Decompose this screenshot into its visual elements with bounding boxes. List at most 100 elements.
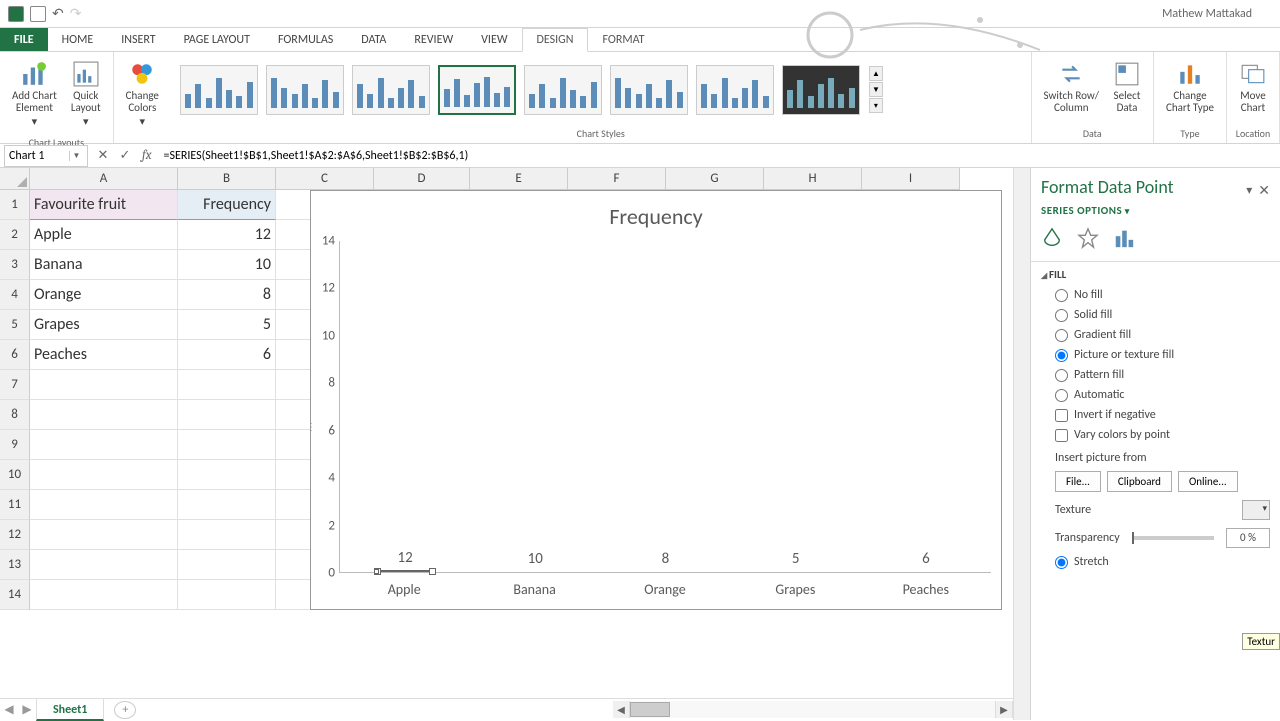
chart-style-5[interactable]: [524, 65, 602, 115]
sheet-tab-sheet1[interactable]: Sheet1: [36, 699, 104, 721]
quick-layout-button[interactable]: Quick Layout▾: [67, 58, 105, 130]
select-all-button[interactable]: [0, 168, 30, 190]
enter-formula-icon[interactable]: ✓: [114, 146, 136, 166]
tab-view[interactable]: VIEW: [467, 28, 521, 51]
styles-more-icon[interactable]: ▾: [869, 98, 883, 113]
tab-formulas[interactable]: FORMULAS: [264, 28, 347, 51]
row-header[interactable]: 13: [0, 550, 30, 580]
cell[interactable]: [178, 430, 276, 460]
series-options-icon[interactable]: [1113, 227, 1135, 249]
chk-vary-colors[interactable]: Vary colors by point: [1041, 425, 1270, 445]
row-header[interactable]: 3: [0, 250, 30, 280]
cell[interactable]: [178, 460, 276, 490]
vertical-scrollbar[interactable]: [1013, 168, 1030, 720]
sheet-nav-prev-icon[interactable]: ◀: [0, 702, 18, 717]
cell[interactable]: Orange: [30, 280, 178, 310]
cell[interactable]: Grapes: [30, 310, 178, 340]
tab-page-layout[interactable]: PAGE LAYOUT: [170, 28, 264, 51]
row-header[interactable]: 14: [0, 580, 30, 610]
cell[interactable]: [30, 550, 178, 580]
cell[interactable]: [178, 550, 276, 580]
col-header-A[interactable]: A: [30, 168, 178, 190]
online-button[interactable]: Online...: [1178, 471, 1238, 492]
chart-style-1[interactable]: [180, 65, 258, 115]
col-header-B[interactable]: B: [178, 168, 276, 190]
chart-plot-area[interactable]: 02468101214 1210856: [339, 241, 991, 573]
cell[interactable]: 12: [178, 220, 276, 250]
styles-scroll-down-icon[interactable]: ▼: [869, 82, 883, 97]
cell[interactable]: Peaches: [30, 340, 178, 370]
switch-row-column-button[interactable]: Switch Row/ Column: [1040, 58, 1103, 116]
file-button[interactable]: File...: [1055, 471, 1101, 492]
opt-picture-fill[interactable]: Picture or texture fill: [1041, 345, 1270, 365]
row-header[interactable]: 12: [0, 520, 30, 550]
cell[interactable]: [178, 520, 276, 550]
styles-scroll-up-icon[interactable]: ▲: [869, 66, 883, 81]
col-header-H[interactable]: H: [764, 168, 862, 190]
cell[interactable]: [30, 370, 178, 400]
cell[interactable]: [178, 490, 276, 520]
hscroll-right-icon[interactable]: ▶: [996, 701, 1013, 718]
col-header-C[interactable]: C: [276, 168, 374, 190]
tab-design[interactable]: DESIGN: [522, 28, 589, 52]
row-header[interactable]: 1: [0, 190, 30, 220]
opt-gradient-fill[interactable]: Gradient fill: [1041, 325, 1270, 345]
row-header[interactable]: 10: [0, 460, 30, 490]
cancel-formula-icon[interactable]: ✕: [92, 146, 114, 166]
name-box-dropdown-icon[interactable]: ▼: [69, 151, 83, 161]
move-chart-button[interactable]: Move Chart: [1235, 58, 1271, 116]
sheet-nav-next-icon[interactable]: ▶: [18, 702, 36, 717]
tab-file[interactable]: FILE: [0, 28, 48, 51]
cell[interactable]: [30, 460, 178, 490]
cell[interactable]: Banana: [30, 250, 178, 280]
cell[interactable]: [30, 400, 178, 430]
select-data-button[interactable]: Select Data: [1109, 58, 1145, 116]
tab-insert[interactable]: INSERT: [107, 28, 169, 51]
formula-input[interactable]: [158, 146, 1280, 166]
hscroll-left-icon[interactable]: ◀: [613, 701, 630, 718]
row-header[interactable]: 8: [0, 400, 30, 430]
cell[interactable]: [30, 430, 178, 460]
tab-review[interactable]: REVIEW: [400, 28, 467, 51]
cell[interactable]: Apple: [30, 220, 178, 250]
pane-close-icon[interactable]: ✕: [1258, 182, 1270, 199]
col-header-G[interactable]: G: [666, 168, 764, 190]
opt-solid-fill[interactable]: Solid fill: [1041, 305, 1270, 325]
cell[interactable]: 6: [178, 340, 276, 370]
row-header[interactable]: 6: [0, 340, 30, 370]
effects-icon[interactable]: [1077, 227, 1099, 249]
add-chart-element-button[interactable]: Add Chart Element▾: [8, 58, 61, 130]
fx-icon[interactable]: fx: [136, 148, 158, 163]
undo-icon[interactable]: ↶: [52, 5, 64, 22]
chart-style-2[interactable]: [266, 65, 344, 115]
chk-invert-negative[interactable]: Invert if negative: [1041, 405, 1270, 425]
opt-pattern-fill[interactable]: Pattern fill: [1041, 365, 1270, 385]
tab-home[interactable]: HOME: [48, 28, 108, 51]
cell[interactable]: Frequency: [178, 190, 276, 220]
tab-format[interactable]: FORMAT: [588, 28, 658, 51]
user-name[interactable]: Mathew Mattakad: [1162, 7, 1272, 21]
cell[interactable]: [178, 580, 276, 610]
name-box[interactable]: Chart 1▼: [4, 145, 88, 167]
clipboard-button[interactable]: Clipboard: [1107, 471, 1172, 492]
change-colors-button[interactable]: Change Colors▾: [122, 58, 163, 130]
chart-style-4[interactable]: [438, 65, 516, 115]
chart-style-8[interactable]: [782, 65, 860, 115]
row-header[interactable]: 9: [0, 430, 30, 460]
texture-dropdown[interactable]: [1242, 500, 1270, 520]
cell[interactable]: [30, 490, 178, 520]
row-header[interactable]: 5: [0, 310, 30, 340]
opt-stretch[interactable]: Stretch: [1041, 552, 1270, 572]
tab-data[interactable]: DATA: [347, 28, 400, 51]
row-header[interactable]: 2: [0, 220, 30, 250]
row-header[interactable]: 11: [0, 490, 30, 520]
cell[interactable]: [178, 370, 276, 400]
col-header-E[interactable]: E: [470, 168, 568, 190]
add-sheet-button[interactable]: +: [114, 701, 136, 719]
col-header-I[interactable]: I: [862, 168, 960, 190]
chart-style-7[interactable]: [696, 65, 774, 115]
opt-no-fill[interactable]: No fill: [1041, 285, 1270, 305]
cell[interactable]: 10: [178, 250, 276, 280]
transparency-slider[interactable]: [1132, 536, 1214, 540]
save-icon[interactable]: [30, 6, 46, 22]
